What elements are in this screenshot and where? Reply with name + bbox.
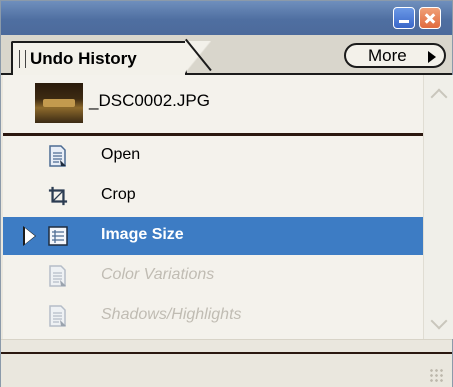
history-item-label: Shadows/Highlights [101,306,242,323]
snapshot-item[interactable]: _DSC0002.JPG [3,75,423,131]
history-item-crop[interactable]: Crop [3,177,423,215]
history-item-label: Open [101,146,141,163]
crop-icon [48,186,68,206]
history-state-marker-fill [25,228,35,244]
panel-titlebar [1,1,452,35]
history-item-shadows-highlights[interactable]: Shadows/Highlights [3,297,423,335]
snapshot-label: _DSC0002.JPG [89,91,210,110]
divider [1,352,452,354]
image-thumbnail-icon [35,83,83,123]
tab-label: Undo History [30,49,137,68]
document-icon [49,265,66,287]
chevron-right-icon [428,51,436,63]
document-icon [49,305,66,327]
panel-footer [1,339,452,387]
tab-strip: Undo History More [1,35,452,75]
more-label: More [368,46,407,65]
minimize-icon[interactable] [393,7,415,29]
history-item-color-variations[interactable]: Color Variations [3,257,423,295]
divider [3,133,423,136]
history-item-label: Image Size [101,226,184,243]
history-item-open[interactable]: Open [3,137,423,175]
resize-grip-icon[interactable] [429,368,445,382]
vertical-scrollbar[interactable] [423,75,453,339]
grip-icon [19,50,26,68]
more-button[interactable]: More [344,43,446,68]
history-item-label: Crop [101,186,136,203]
history-item-image-size[interactable]: Image Size [3,217,423,255]
scroll-up-icon[interactable] [430,88,448,106]
image-size-icon [48,226,68,246]
undo-history-panel: Undo History More _DSC0002.JPG Open Crop… [0,0,453,387]
history-item-label: Color Variations [101,266,215,283]
scroll-down-icon[interactable] [430,312,448,330]
history-list: _DSC0002.JPG Open Crop Image Size Color … [3,75,423,344]
document-icon [49,145,66,167]
tab-undo-history[interactable]: Undo History [11,41,187,75]
close-icon[interactable] [419,7,441,29]
